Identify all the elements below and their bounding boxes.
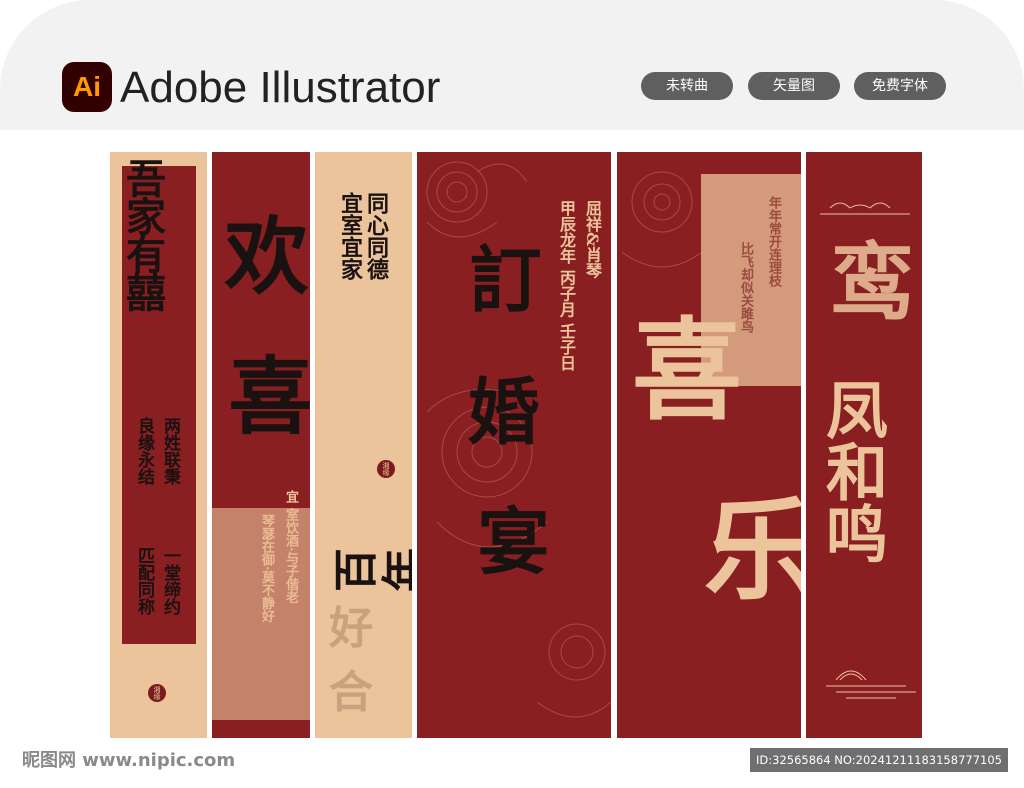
panel-5: 年年常开连理枝 比飞却似关雎鸟 喜 乐: [617, 152, 801, 738]
panel-6-big-1: 鸾: [817, 238, 916, 322]
panel-2-small-1: 宜: [283, 490, 298, 503]
panel-4-floral-bottom-icon: [537, 623, 611, 718]
tag-not-outlined[interactable]: 未转曲: [641, 72, 733, 100]
panel-2-big-1: 欢: [212, 212, 310, 296]
panel-5-big-1: 喜: [617, 312, 742, 422]
watermark-left: 昵图网 www.nipic.com: [22, 750, 236, 771]
panel-6-cloud-top-icon: [820, 202, 910, 215]
panel-1-line-c: 一堂缔约: [160, 547, 180, 615]
watermark-right: ID:32565864 NO:20241211183158777105: [750, 748, 1008, 772]
panel-2-big-2: 喜: [215, 352, 310, 436]
panel-1-line-b: 良缘永结: [134, 417, 154, 485]
panel-1-headline: 吾家有囍: [119, 158, 166, 310]
panel-4-big-1: 訂: [457, 242, 542, 314]
panel-4: 訂 婚 宴 屈祥&肖琴 甲辰龙年 丙子月 壬子日: [417, 152, 611, 738]
panel-2: 欢 喜 宜 室饮酒·与子偕老 琴瑟在御·莫不静好: [212, 152, 310, 738]
tag-vector[interactable]: 矢量图: [748, 72, 840, 100]
panel-6-cloud-bottom-icon: [826, 670, 916, 699]
panel-3: 同心同德 宜室宜家 湘缘 百年 好合: [315, 152, 412, 738]
panel-4-names: 屈祥&肖琴: [583, 200, 602, 279]
panel-5-floral-icon: [621, 171, 703, 268]
panel-3-seal-icon: 湘缘: [377, 460, 395, 478]
app-title: Adobe Illustrator: [120, 63, 441, 112]
panel-1-line-d: 匹配同称: [134, 547, 154, 615]
panel-1-seal-icon: 湘缘: [148, 684, 166, 702]
panel-1-line-a: 两姓联秉: [160, 417, 180, 485]
panel-4-big-3: 宴: [465, 504, 550, 576]
panel-3-line-2: 宜室宜家: [337, 192, 363, 280]
panel-4-date: 甲辰龙年 丙子月 壬子日: [557, 200, 576, 372]
tag-free-font[interactable]: 免费字体: [854, 72, 946, 100]
panel-3-big-2: 好合: [329, 603, 373, 718]
panel-3-big-1: 百年: [331, 548, 412, 592]
panel-5-big-2: 乐: [685, 492, 801, 602]
illustrator-logo-icon: Ai: [62, 62, 112, 112]
panel-2-small-2: 室饮酒·与子偕老: [283, 508, 298, 604]
panel-5-small-1: 年年常开连理枝: [766, 196, 781, 287]
panel-1: 吾家有囍 两姓联秉 良缘永结 一堂缔约 匹配同称 湘缘: [110, 152, 207, 738]
panel-4-big-2: 婚: [455, 374, 540, 446]
panel-2-small-3: 琴瑟在御·莫不静好: [259, 514, 274, 623]
panel-3-line-1: 同心同德: [363, 192, 389, 280]
panel-6: 鸾 凤和鸣: [806, 152, 922, 738]
panel-6-big-2: 凤和鸣: [815, 378, 888, 564]
